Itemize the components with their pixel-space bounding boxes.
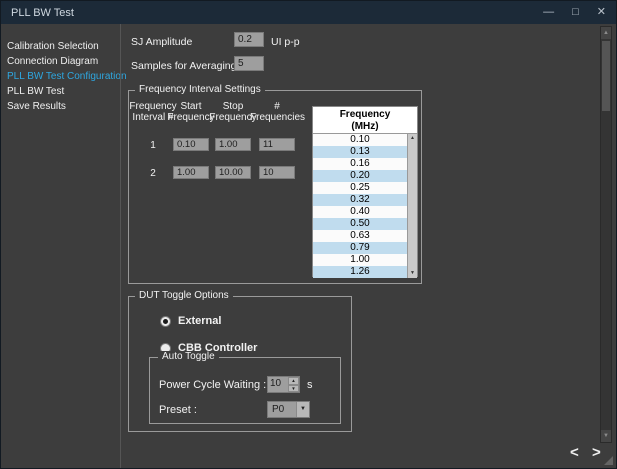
scrollbar-thumb[interactable] <box>602 41 610 111</box>
preset-value: P0 <box>272 404 284 415</box>
spinner-buttons: ▲ ▼ <box>288 377 299 392</box>
interval-2-count-input[interactable] <box>259 166 295 179</box>
radio-selected-icon <box>160 316 171 327</box>
window-controls: — □ ✕ <box>543 1 606 24</box>
dut-toggle-options-group: DUT Toggle Options External CBB Controll… <box>128 296 352 432</box>
spinner-down-icon[interactable]: ▼ <box>288 385 299 393</box>
frequency-value: 0.10 <box>313 134 407 146</box>
preset-dropdown[interactable]: P0 ▼ <box>267 401 310 418</box>
column-header-start: Start Frequency <box>167 101 215 123</box>
samples-for-averaging-label: Samples for Averaging <box>131 60 236 72</box>
window-title: PLL BW Test <box>1 7 74 19</box>
app-window: PLL BW Test — □ ✕ Calibration Selection … <box>0 0 617 469</box>
maximize-icon[interactable]: □ <box>572 1 579 24</box>
dut-toggle-options-title: DUT Toggle Options <box>135 290 233 301</box>
spinner-up-icon[interactable]: ▲ <box>288 377 299 385</box>
interval-2-stop-input[interactable] <box>215 166 251 179</box>
auto-toggle-group: Auto Toggle Power Cycle Waiting : 10 ▲ ▼… <box>149 357 341 424</box>
sidebar-item-save-results[interactable]: Save Results <box>1 99 120 114</box>
frequency-table-rows: 0.10 0.13 0.16 0.20 0.25 0.32 0.40 0.50 … <box>313 134 407 278</box>
scrollbar-up-icon[interactable]: ▲ <box>601 27 611 39</box>
scroll-down-icon[interactable]: ▼ <box>408 269 417 278</box>
frequency-value: 0.63 <box>313 230 407 242</box>
frequency-value: 0.25 <box>313 182 407 194</box>
sidebar: Calibration Selection Connection Diagram… <box>1 24 120 468</box>
frequency-value: 0.79 <box>313 242 407 254</box>
frequency-value: 1.26 <box>313 266 407 278</box>
scroll-up-icon[interactable]: ▲ <box>408 134 417 143</box>
frequency-value: 1.00 <box>313 254 407 266</box>
samples-for-averaging-input[interactable] <box>234 56 264 71</box>
sidebar-divider <box>120 24 121 468</box>
sj-amplitude-input[interactable] <box>234 32 264 47</box>
frequency-interval-settings-group: Frequency Interval Settings Frequency In… <box>128 90 422 284</box>
scrollbar-down-icon[interactable]: ▼ <box>601 430 611 442</box>
frequency-table: Frequency (MHz) 0.10 0.13 0.16 0.20 0.25… <box>312 106 418 277</box>
interval-1-stop-input[interactable] <box>215 138 251 151</box>
auto-toggle-title: Auto Toggle <box>158 351 219 362</box>
vertical-scrollbar[interactable]: ▲ ▼ <box>600 26 612 443</box>
frequency-table-header: Frequency (MHz) <box>313 107 417 134</box>
chevron-down-icon: ▼ <box>296 402 309 417</box>
interval-1-start-input[interactable] <box>173 138 209 151</box>
radio-external[interactable]: External <box>160 315 221 327</box>
preset-label: Preset : <box>159 404 197 416</box>
power-cycle-waiting-label: Power Cycle Waiting : <box>159 379 266 391</box>
sj-amplitude-label: SJ Amplitude <box>131 36 192 48</box>
power-cycle-waiting-unit: s <box>307 379 313 391</box>
interval-2-start-input[interactable] <box>173 166 209 179</box>
frequency-value: 0.40 <box>313 206 407 218</box>
next-button[interactable]: > <box>592 444 601 461</box>
frequency-value: 0.16 <box>313 158 407 170</box>
sj-amplitude-unit: UI p-p <box>271 36 300 48</box>
sidebar-item-pll-bw-test[interactable]: PLL BW Test <box>1 84 120 99</box>
sidebar-item-calibration-selection[interactable]: Calibration Selection <box>1 39 120 54</box>
interval-1-count-input[interactable] <box>259 138 295 151</box>
radio-external-label: External <box>178 315 221 327</box>
frequency-value: 0.32 <box>313 194 407 206</box>
sidebar-item-connection-diagram[interactable]: Connection Diagram <box>1 54 120 69</box>
frequency-interval-settings-title: Frequency Interval Settings <box>135 84 265 95</box>
frequency-table-scrollbar[interactable]: ▲ ▼ <box>407 134 417 278</box>
interval-2-number: 2 <box>128 168 178 179</box>
frequency-value: 0.50 <box>313 218 407 230</box>
sidebar-item-pll-bw-test-configuration[interactable]: PLL BW Test Configuration <box>1 69 120 84</box>
frequency-value: 0.13 <box>313 146 407 158</box>
power-cycle-waiting-value: 10 <box>270 378 281 389</box>
column-header-count: # Frequencies <box>250 101 304 123</box>
power-cycle-waiting-spinner[interactable]: 10 ▲ ▼ <box>267 376 300 393</box>
minimize-icon[interactable]: — <box>543 1 554 24</box>
titlebar: PLL BW Test — □ ✕ <box>1 1 616 24</box>
close-icon[interactable]: ✕ <box>597 1 606 24</box>
prev-button[interactable]: < <box>570 444 579 461</box>
interval-1-number: 1 <box>128 140 178 151</box>
frequency-value: 0.20 <box>313 170 407 182</box>
resize-grip[interactable] <box>604 456 613 465</box>
